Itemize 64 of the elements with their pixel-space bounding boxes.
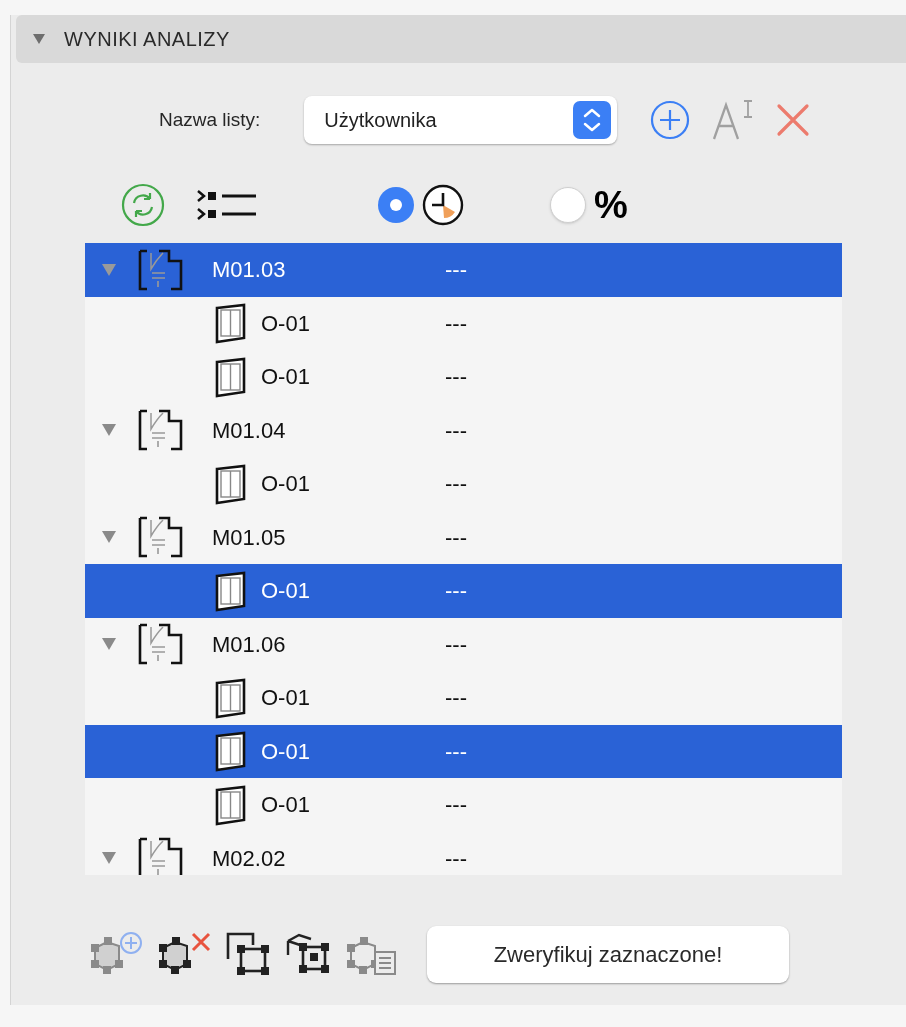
value-text: ---	[445, 737, 467, 766]
value-text: ---	[445, 416, 467, 445]
window-icon	[214, 783, 247, 826]
value-text: ---	[445, 363, 467, 392]
room-name: M01.05	[212, 523, 287, 552]
window-icon	[214, 676, 247, 719]
disclosure-triangle-icon[interactable]	[101, 530, 117, 545]
disclosure-triangle-icon[interactable]	[101, 851, 117, 866]
tree-row[interactable]: O-01 ---	[85, 457, 842, 511]
room-name: M02.02	[212, 844, 287, 873]
window-name: O-01	[261, 470, 311, 499]
refresh-icon[interactable]	[121, 183, 165, 227]
plus-circle-icon[interactable]	[650, 100, 691, 140]
tree-row[interactable]: O-01 ---	[85, 778, 842, 832]
value-text: ---	[445, 684, 467, 713]
list-name-label: Nazwa listy:	[159, 107, 261, 132]
room-name: M01.03	[212, 256, 287, 285]
squares-icon[interactable]	[225, 931, 271, 977]
radio-button[interactable]	[378, 187, 414, 223]
list-name-dropdown[interactable]: Użytkownika	[304, 96, 618, 144]
value-text: ---	[445, 577, 467, 606]
tree-row[interactable]: M01.03 ---	[85, 243, 842, 297]
value-text: ---	[445, 309, 467, 338]
value-text: ---	[445, 523, 467, 552]
section-title: WYNIKI ANALIZY	[64, 27, 230, 52]
value-text: ---	[445, 630, 467, 659]
tree-row[interactable]: M01.04 ---	[85, 403, 842, 457]
window-icon	[214, 302, 247, 345]
disclosure-triangle-icon[interactable]	[101, 262, 117, 277]
close-icon[interactable]	[776, 103, 811, 137]
value-text: ---	[445, 844, 467, 873]
window-icon	[214, 569, 247, 612]
tree-row[interactable]: M01.05 ---	[85, 510, 842, 564]
verify-button[interactable]: Zweryfikuj zaznaczone!	[427, 925, 789, 983]
window-name: O-01	[261, 577, 311, 606]
window-icon	[214, 355, 247, 398]
window-name: O-01	[261, 363, 311, 392]
radio-button[interactable]	[550, 187, 586, 223]
room-name: M01.06	[212, 630, 287, 659]
tree-row[interactable]: O-01 ---	[85, 671, 842, 725]
value-text: ---	[445, 256, 467, 285]
window-name: O-01	[261, 791, 311, 820]
window-icon	[214, 730, 247, 773]
tree-row[interactable]: O-01 ---	[85, 564, 842, 618]
tree-row[interactable]: O-01 ---	[85, 296, 842, 350]
window-name: O-01	[261, 309, 311, 338]
tree-row[interactable]: O-01 ---	[85, 350, 842, 404]
tree-row[interactable]: M01.06 ---	[85, 617, 842, 671]
disclosure-triangle-icon[interactable]	[101, 637, 117, 652]
value-text: ---	[445, 791, 467, 820]
window-icon	[214, 462, 247, 505]
percent-label: %	[594, 186, 628, 224]
disclosure-triangle-icon[interactable]	[101, 423, 117, 438]
window-name: O-01	[261, 737, 311, 766]
cube-cross-icon[interactable]	[157, 932, 211, 976]
room-name: M01.04	[212, 416, 287, 445]
room-icon	[137, 835, 185, 875]
clock-icon	[422, 184, 464, 226]
stepper-icon	[573, 101, 612, 139]
disclosure-triangle-icon[interactable]	[32, 33, 46, 45]
value-text: ---	[445, 470, 467, 499]
tree-row[interactable]: O-01 ---	[85, 724, 842, 778]
tree-row[interactable]: M02.02 ---	[85, 831, 842, 875]
window-name: O-01	[261, 684, 311, 713]
